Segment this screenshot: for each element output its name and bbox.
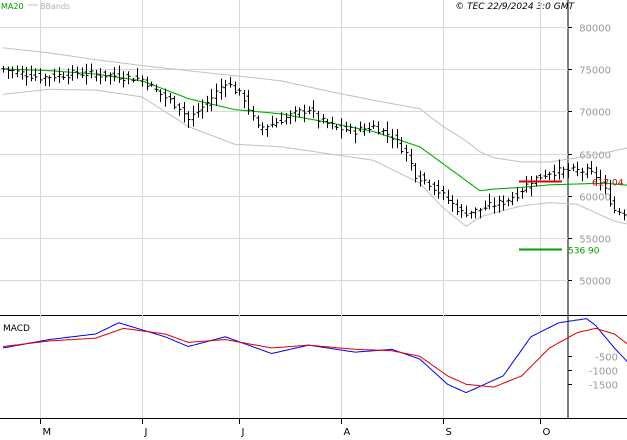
x-axis: MJJASO <box>40 418 551 438</box>
month-tick-label: S <box>446 427 452 438</box>
ma-legend-label: MA20 <box>1 2 24 11</box>
price-bar <box>571 163 576 172</box>
price-bar <box>580 167 585 182</box>
bbands-legend-label: BBands <box>40 2 70 11</box>
copyright-text: © TEC 22/9/2024 3:0 GMT <box>455 2 575 12</box>
price-bar <box>612 196 617 214</box>
macd-y-tick-label: -1500 <box>589 381 618 392</box>
month-tick-label: A <box>344 427 351 438</box>
price-bar <box>617 208 622 216</box>
macd-y-axis: -500 -1000 -1500 <box>568 353 618 392</box>
macd-series-line <box>2 318 627 394</box>
macd-y-tick-label: -500 <box>595 353 618 364</box>
price-bar <box>575 161 580 177</box>
macd-panel-label: MACD <box>3 324 30 334</box>
price-y-tick-label: 55000 <box>579 235 611 246</box>
month-tick-label: J <box>241 427 245 438</box>
price-y-tick-label: 50000 <box>579 277 611 288</box>
price-bar <box>589 160 594 175</box>
signal-series-line <box>2 327 627 388</box>
month-tick-label: O <box>543 427 551 438</box>
price-y-tick-label: 60000 <box>579 193 611 204</box>
month-tick-label: J <box>144 427 148 438</box>
price-bar <box>585 163 590 179</box>
resistance-level-label: 617 04 <box>592 179 624 189</box>
macd-lines <box>2 318 627 394</box>
macd-y-tick-label: -1000 <box>589 367 618 378</box>
price-y-tick-label: 80000 <box>579 24 611 35</box>
price-bar <box>622 209 627 221</box>
stock-chart: MA20 BBands © TEC 22/9/2024 3:0 GMT MACD… <box>0 0 627 438</box>
support-level-label: 536 90 <box>568 247 600 257</box>
price-panel <box>0 0 569 418</box>
month-tick-label: M <box>43 427 52 438</box>
price-y-tick-label: 75000 <box>579 66 611 77</box>
price-y-tick-label: 70000 <box>579 108 611 119</box>
